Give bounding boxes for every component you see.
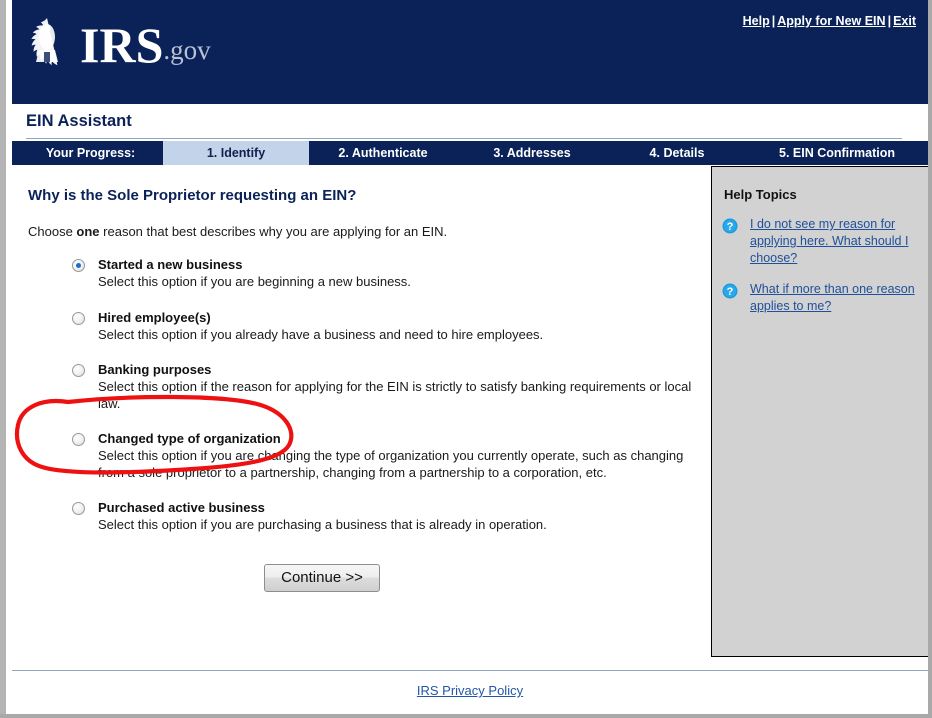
logo-irs-text: IRS: [80, 17, 164, 73]
footer-link-wrap: IRS Privacy Policy: [12, 683, 928, 698]
logo-gov-text: .gov: [163, 35, 211, 65]
radio-option-banking-purposes[interactable]: Banking purposes Select this option if t…: [20, 362, 710, 412]
list-item[interactable]: ? I do not see my reason for applying he…: [712, 216, 928, 267]
radio-indicator[interactable]: [72, 364, 85, 377]
radio-option-changed-type-of-organization[interactable]: Changed type of organization Select this…: [20, 431, 710, 481]
option-label: Banking purposes: [98, 362, 212, 377]
title-divider: [26, 138, 902, 139]
continue-button[interactable]: Continue >>: [264, 563, 380, 592]
radio-indicator[interactable]: [72, 311, 85, 325]
irs-privacy-policy-link[interactable]: IRS Privacy Policy: [417, 683, 523, 698]
option-label: Hired employee(s): [98, 309, 211, 325]
instruction-post: reason that best describes why you are a…: [99, 224, 448, 239]
option-description: Select this option if you are beginning …: [98, 274, 411, 289]
progress-step-details[interactable]: 4. Details: [607, 141, 747, 165]
progress-step-authenticate[interactable]: 2. Authenticate: [309, 141, 457, 165]
radio-option-hired-employees[interactable]: Hired employee(s) Select this option if …: [20, 310, 710, 344]
question-mark-icon: ?: [722, 283, 738, 299]
help-topic-link[interactable]: I do not see my reason for applying here…: [750, 216, 918, 267]
app-title-bar: EIN Assistant: [12, 104, 928, 140]
help-topic-link[interactable]: What if more than one reason applies to …: [750, 281, 918, 315]
top-navigation: Help | Apply for New EIN | Exit: [743, 14, 916, 28]
irs-eagle-seal-icon: [31, 18, 58, 66]
continue-row: Continue >>: [20, 563, 710, 592]
option-description: Select this option if the reason for app…: [98, 379, 692, 411]
radio-indicator[interactable]: [72, 433, 85, 446]
option-label: Changed type of organization: [98, 431, 281, 446]
page-footer: IRS Privacy Policy: [12, 671, 928, 714]
option-description: Select this option if you are purchasing…: [98, 517, 547, 532]
svg-text:?: ?: [727, 221, 734, 233]
instruction-pre: Choose: [28, 224, 77, 239]
progress-label: Your Progress:: [45, 146, 136, 160]
svg-text:?: ?: [727, 286, 734, 298]
browser-page: IRS .gov Help | Apply for New EIN | Exit EIN…: [0, 0, 932, 718]
main-column: Why is the Sole Proprietor requesting an…: [20, 165, 710, 592]
progress-bar: Your Progress: 1. Identify 2. Authentica…: [12, 141, 928, 165]
progress-step-addresses[interactable]: 3. Addresses: [457, 141, 607, 165]
question-mark-icon: ?: [722, 218, 738, 234]
nav-exit-link[interactable]: Exit: [893, 14, 916, 28]
help-topics-panel: Help Topics ? I do not see my reason for…: [711, 166, 928, 657]
irs-logo[interactable]: IRS .gov: [20, 16, 211, 70]
form-instruction: Choose one reason that best describes wh…: [28, 224, 710, 239]
help-topics-list: ? I do not see my reason for applying he…: [712, 216, 928, 315]
nav-separator-2: |: [887, 14, 892, 28]
nav-apply-new-ein-link[interactable]: Apply for New EIN: [777, 14, 885, 28]
option-label: Purchased active business: [98, 500, 265, 515]
reason-radio-group: Started a new business Select this optio…: [20, 257, 710, 534]
help-topics-title: Help Topics: [724, 187, 797, 202]
instruction-emphasis: one: [76, 224, 100, 239]
radio-option-purchased-active-business[interactable]: Purchased active business Select this op…: [20, 500, 710, 534]
content-area: Why is the Sole Proprietor requesting an…: [12, 165, 928, 670]
list-item[interactable]: ? What if more than one reason applies t…: [712, 281, 928, 315]
radio-option-started-new-business[interactable]: Started a new business Select this optio…: [20, 257, 710, 291]
option-description: Select this option if you already have a…: [98, 326, 544, 342]
progress-step-ein-confirmation[interactable]: 5. EIN Confirmation: [747, 141, 927, 165]
option-description: Select this option if you are changing t…: [98, 448, 684, 480]
page-inner: IRS .gov Help | Apply for New EIN | Exit EIN…: [0, 0, 928, 714]
page-title: EIN Assistant: [26, 112, 132, 130]
radio-indicator[interactable]: [72, 259, 85, 272]
nav-help-link[interactable]: Help: [743, 14, 770, 28]
site-masthead: IRS .gov Help | Apply for New EIN | Exit: [12, 0, 928, 104]
progress-step-identify[interactable]: 1. Identify: [163, 141, 309, 165]
option-label: Started a new business: [98, 257, 243, 272]
form-heading: Why is the Sole Proprietor requesting an…: [28, 187, 357, 204]
radio-indicator[interactable]: [72, 502, 85, 515]
